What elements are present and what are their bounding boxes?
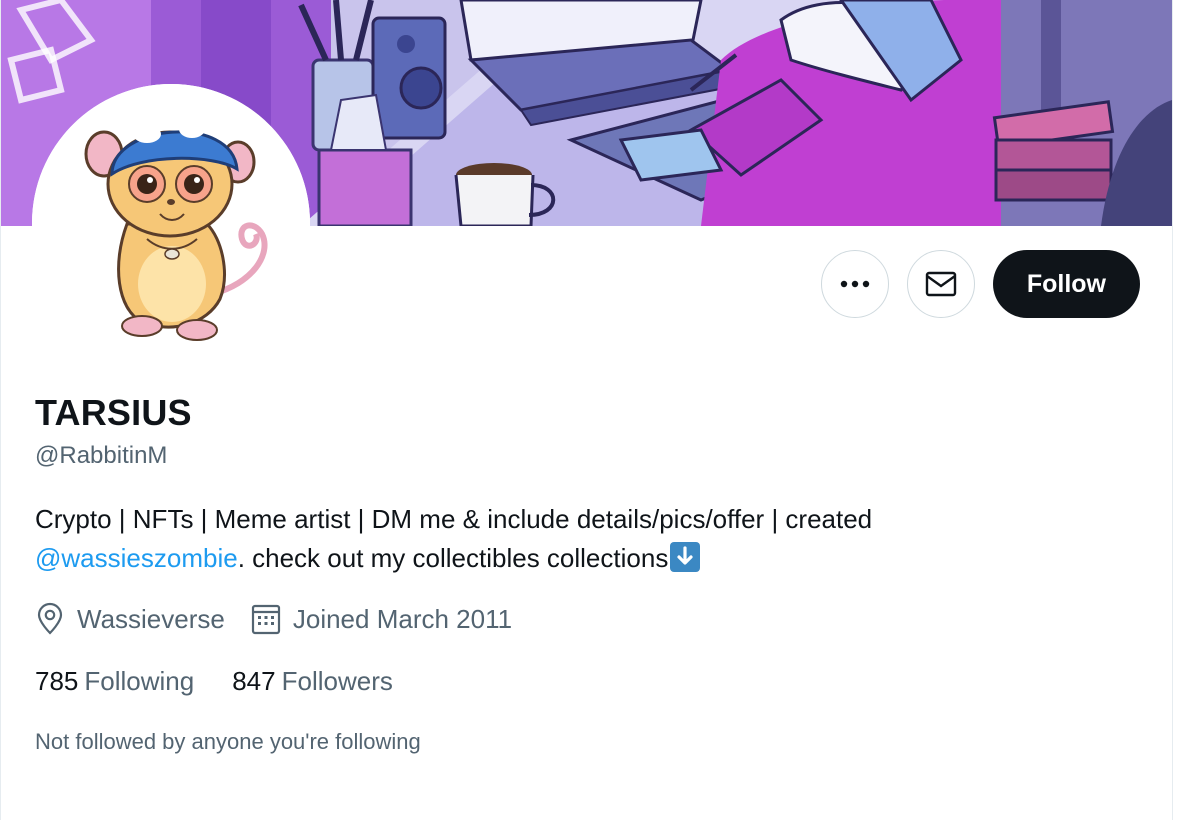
follow-button[interactable]: Follow <box>992 250 1140 318</box>
calendar-icon <box>251 604 280 635</box>
profile-actions: Follow <box>820 250 1140 318</box>
display-name: TARSIUS <box>35 392 192 433</box>
profile-meta: Wassieverse Joined March 2011 <box>35 602 538 636</box>
bio-mention-link[interactable]: @wassieszombie <box>35 543 238 573</box>
following-label: Following <box>84 666 195 696</box>
followers-link[interactable]: 847 Followers <box>232 666 393 697</box>
profile-bio: Crypto | NFTs | Meme artist | DM me & in… <box>35 500 1135 578</box>
joined-text: Joined March 2011 <box>292 603 513 634</box>
joined-item: Joined March 2011 <box>251 603 512 635</box>
more-button[interactable] <box>820 250 889 318</box>
envelope-icon <box>925 271 957 297</box>
more-icon <box>840 280 870 288</box>
down-arrow-emoji-icon <box>670 542 701 572</box>
user-handle: @RabbitinM <box>35 442 168 469</box>
profile-avatar[interactable] <box>32 84 310 362</box>
followers-count: 847 <box>232 666 276 696</box>
bio-text-after: . check out my collectibles collections <box>237 543 669 573</box>
following-link[interactable]: 785 Following <box>35 666 194 697</box>
followers-label: Followers <box>281 666 393 696</box>
location-text: Wassieverse <box>77 603 225 634</box>
follow-stats: 785 Following 847 Followers <box>35 666 431 697</box>
not-followed-note: Not followed by anyone you're following <box>35 729 421 754</box>
following-count: 785 <box>35 666 79 696</box>
profile-page: Follow TARSIUS @RabbitinM Crypto | NFTs … <box>0 0 1200 820</box>
location-item: Wassieverse <box>35 602 225 636</box>
location-pin-icon <box>37 602 63 635</box>
message-button[interactable] <box>906 250 975 318</box>
bio-text-before: Crypto | NFTs | Meme artist | DM me & in… <box>35 504 873 534</box>
right-divider <box>1172 0 1173 820</box>
